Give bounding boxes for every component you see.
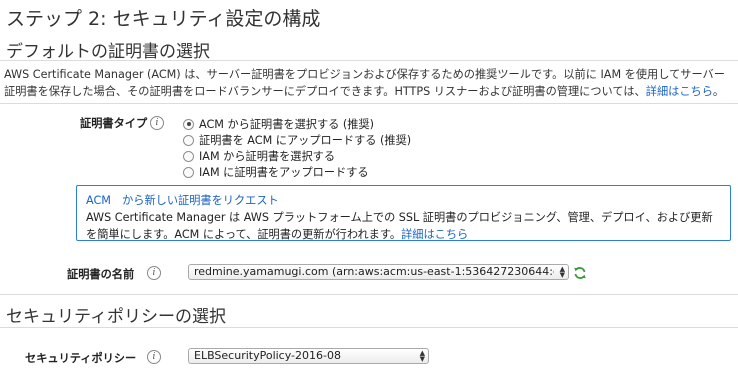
security-policy-info-icon[interactable]: i <box>147 350 161 364</box>
security-policy-select[interactable]: ELBSecurityPolicy-2016-08 ▲ ▼ <box>188 348 429 364</box>
section-divider-2 <box>0 294 738 295</box>
select-arrows-icon: ▲ ▼ <box>559 265 565 279</box>
select-arrows-icon: ▲ ▼ <box>419 349 425 363</box>
cert-type-label: 証明書タイプ <box>80 117 148 130</box>
cert-type-option[interactable]: 証明書を ACM にアップロードする (推奨) <box>183 132 411 148</box>
details-link[interactable]: 詳細はこちら <box>646 85 713 98</box>
cert-type-info-icon[interactable]: i <box>150 116 164 130</box>
section-title-certificate: デフォルトの証明書の選択 <box>6 42 210 62</box>
cert-type-option[interactable]: ACM から証明書を選択する (推奨) <box>183 116 374 132</box>
acm-box-details-link[interactable]: 詳細はこちら <box>401 228 468 241</box>
description-divider <box>0 103 738 104</box>
description-text: AWS Certificate Manager (ACM) は、サーバー証明書を… <box>4 68 725 98</box>
cert-type-option[interactable]: IAM に証明書をアップロードする <box>183 164 369 180</box>
radio-button[interactable] <box>183 134 194 146</box>
security-policy-label: セキュリティポリシー <box>25 352 137 365</box>
section-divider-3 <box>0 327 738 328</box>
page-title: ステップ 2: セキュリティ設定の構成 <box>6 8 321 30</box>
cert-type-option-label: IAM に証明書をアップロードする <box>199 166 369 179</box>
section-title-security-policy: セキュリティポリシーの選択 <box>6 307 226 327</box>
cert-type-option[interactable]: IAM から証明書を選択する <box>183 148 335 164</box>
section-divider <box>0 60 738 61</box>
cert-type-option-label: 証明書を ACM にアップロードする (推奨) <box>199 134 412 147</box>
certificate-description: AWS Certificate Manager (ACM) は、サーバー証明書を… <box>4 66 732 100</box>
certificate-select-value: redmine.yamamugi.com (arn:aws:acm:us-eas… <box>194 265 554 278</box>
acm-box-text: AWS Certificate Manager は AWS プラットフォーム上で… <box>86 209 722 243</box>
description-end: 。 <box>712 85 725 98</box>
cert-type-option-label: ACM から証明書を選択する (推奨) <box>199 118 375 131</box>
security-policy-select-value: ELBSecurityPolicy-2016-08 <box>194 349 341 362</box>
acm-request-link[interactable]: ACM から新しい証明書をリクエスト <box>86 192 722 209</box>
cert-type-option-label: IAM から証明書を選択する <box>199 150 336 163</box>
certificate-select[interactable]: redmine.yamamugi.com (arn:aws:acm:us-eas… <box>188 264 569 280</box>
cert-name-label: 証明書の名前 <box>67 268 135 281</box>
refresh-icon[interactable] <box>573 266 587 280</box>
acm-box-description: AWS Certificate Manager は AWS プラットフォーム上で… <box>86 211 713 241</box>
radio-button[interactable] <box>183 150 194 162</box>
radio-button[interactable] <box>183 118 194 130</box>
cert-name-info-icon[interactable]: i <box>147 266 161 280</box>
radio-button[interactable] <box>183 166 194 178</box>
acm-request-box: ACM から新しい証明書をリクエスト AWS Certificate Manag… <box>76 185 731 241</box>
